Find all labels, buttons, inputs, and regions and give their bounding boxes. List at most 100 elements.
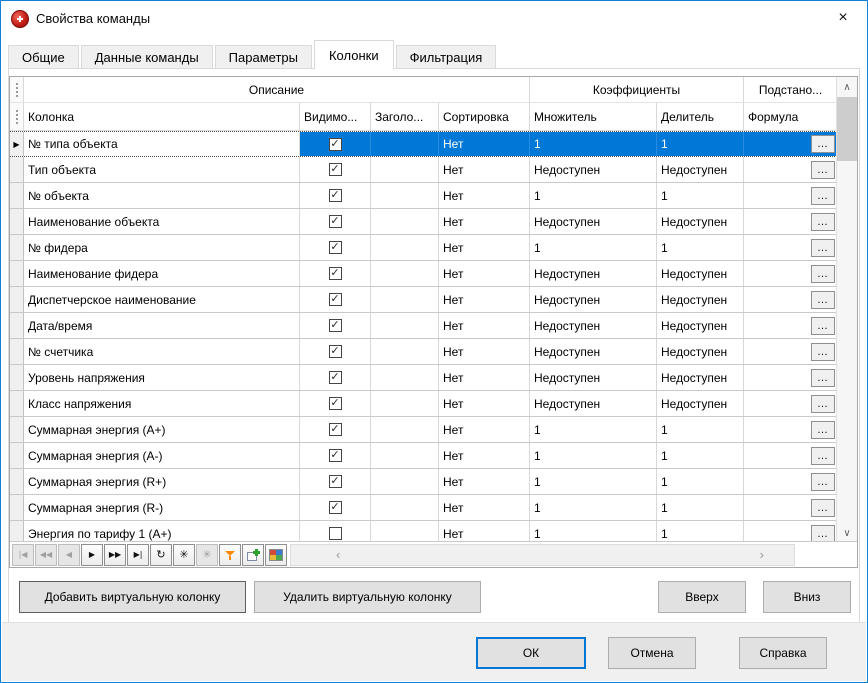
tab-general[interactable]: Общие	[8, 45, 79, 69]
visible-cell[interactable]: ✓	[300, 313, 371, 338]
column-name-cell[interactable]: Диспетчерское наименование	[24, 287, 300, 312]
divider-cell[interactable]: 1	[657, 183, 744, 208]
visible-cell[interactable]: ✓	[300, 235, 371, 260]
multiplier-cell[interactable]: 1	[530, 183, 657, 208]
formula-cell[interactable]: …	[744, 209, 837, 234]
formula-ellipsis-button[interactable]: …	[811, 343, 835, 361]
formula-ellipsis-button[interactable]: …	[811, 499, 835, 517]
visible-cell[interactable]: ✓	[300, 339, 371, 364]
formula-ellipsis-button[interactable]: …	[811, 161, 835, 179]
visible-checkbox[interactable]: ✓	[329, 163, 342, 176]
formula-cell[interactable]: …	[744, 495, 837, 520]
divider-cell[interactable]: Недоступен	[657, 365, 744, 390]
caption-cell[interactable]	[371, 469, 439, 494]
multiplier-cell[interactable]: 1	[530, 417, 657, 442]
column-header-divider[interactable]: Делитель	[657, 103, 744, 131]
column-name-cell[interactable]: Класс напряжения	[24, 391, 300, 416]
add-virtual-column-button[interactable]: Добавить виртуальную колонку	[19, 581, 246, 613]
divider-cell[interactable]: 1	[657, 417, 744, 442]
sort-cell[interactable]: Нет	[439, 495, 530, 520]
sort-cell[interactable]: Нет	[439, 365, 530, 390]
divider-cell[interactable]: 1	[657, 132, 744, 156]
visible-checkbox[interactable]: ✓	[329, 267, 342, 280]
multiplier-cell[interactable]: 1	[530, 495, 657, 520]
caption-cell[interactable]	[371, 339, 439, 364]
tab-columns[interactable]: Колонки	[314, 40, 394, 70]
sort-cell[interactable]: Нет	[439, 521, 530, 543]
caption-cell[interactable]	[371, 443, 439, 468]
caption-cell[interactable]	[371, 417, 439, 442]
formula-ellipsis-button[interactable]: …	[811, 265, 835, 283]
multiplier-cell[interactable]: Недоступен	[530, 157, 657, 182]
caption-cell[interactable]	[371, 235, 439, 260]
divider-cell[interactable]: Недоступен	[657, 313, 744, 338]
visible-cell[interactable]: ✓	[300, 443, 371, 468]
row-indicator-cell[interactable]	[10, 365, 24, 390]
caption-cell[interactable]	[371, 183, 439, 208]
nav-next-button[interactable]: ▶	[81, 544, 103, 566]
caption-cell[interactable]	[371, 521, 439, 543]
row-indicator-cell[interactable]	[10, 261, 24, 286]
formula-cell[interactable]: …	[744, 417, 837, 442]
sort-cell[interactable]: Нет	[439, 287, 530, 312]
visible-cell[interactable]: ✓	[300, 469, 371, 494]
visible-checkbox[interactable]: ✓	[329, 501, 342, 514]
scroll-right-icon[interactable]: ›	[760, 547, 764, 562]
row-indicator-cell[interactable]	[10, 417, 24, 442]
formula-ellipsis-button[interactable]: …	[811, 239, 835, 257]
column-name-cell[interactable]: Наименование фидера	[24, 261, 300, 286]
column-name-cell[interactable]: Уровень напряжения	[24, 365, 300, 390]
divider-cell[interactable]: 1	[657, 443, 744, 468]
column-name-cell[interactable]: Суммарная энергия (А+)	[24, 417, 300, 442]
nav-insert-button[interactable]: ✳	[173, 544, 195, 566]
divider-cell[interactable]: Недоступен	[657, 391, 744, 416]
column-name-cell[interactable]: Тип объекта	[24, 157, 300, 182]
nav-last-button[interactable]: ▶|	[127, 544, 149, 566]
tab-filtering[interactable]: Фильтрация	[396, 45, 497, 69]
vertical-scrollbar-track[interactable]	[837, 161, 857, 523]
tab-command-data[interactable]: Данные команды	[81, 45, 213, 69]
sort-cell[interactable]: Нет	[439, 339, 530, 364]
column-header-caption[interactable]: Заголо...	[371, 103, 439, 131]
formula-cell[interactable]: …	[744, 391, 837, 416]
tab-parameters[interactable]: Параметры	[215, 45, 312, 69]
formula-cell[interactable]: …	[744, 469, 837, 494]
scroll-left-icon[interactable]: ‹	[336, 547, 340, 562]
multiplier-cell[interactable]: Недоступен	[530, 261, 657, 286]
sort-cell[interactable]: Нет	[439, 261, 530, 286]
formula-cell[interactable]: …	[744, 235, 837, 260]
vertical-scrollbar-thumb[interactable]	[837, 97, 857, 161]
formula-cell[interactable]: …	[744, 443, 837, 468]
visible-cell[interactable]: ✓	[300, 417, 371, 442]
formula-ellipsis-button[interactable]: …	[811, 317, 835, 335]
ok-button[interactable]: ОК	[476, 637, 586, 669]
visible-cell[interactable]: ✓	[300, 157, 371, 182]
column-name-cell[interactable]: № счетчика	[24, 339, 300, 364]
column-header-multiplier[interactable]: Множитель	[530, 103, 657, 131]
visible-cell[interactable]: ✓	[300, 209, 371, 234]
formula-cell[interactable]: …	[744, 521, 837, 543]
column-name-cell[interactable]: № объекта	[24, 183, 300, 208]
formula-cell[interactable]: …	[744, 287, 837, 312]
visible-checkbox[interactable]: ✓	[329, 449, 342, 462]
formula-ellipsis-button[interactable]: …	[811, 213, 835, 231]
multiplier-cell[interactable]: 1	[530, 469, 657, 494]
sort-cell[interactable]: Нет	[439, 443, 530, 468]
column-header-sort[interactable]: Сортировка	[439, 103, 530, 131]
visible-cell[interactable]	[300, 521, 371, 543]
caption-cell[interactable]	[371, 157, 439, 182]
formula-ellipsis-button[interactable]: …	[811, 135, 835, 153]
delete-virtual-column-button[interactable]: Удалить виртуальную колонку	[254, 581, 481, 613]
column-name-cell[interactable]: № фидера	[24, 235, 300, 260]
sort-cell[interactable]: Нет	[439, 417, 530, 442]
divider-cell[interactable]: 1	[657, 495, 744, 520]
caption-cell[interactable]	[371, 313, 439, 338]
formula-ellipsis-button[interactable]: …	[811, 447, 835, 465]
multiplier-cell[interactable]: Недоступен	[530, 313, 657, 338]
multiplier-cell[interactable]: Недоступен	[530, 287, 657, 312]
formula-ellipsis-button[interactable]: …	[811, 369, 835, 387]
visible-checkbox[interactable]: ✓	[329, 319, 342, 332]
row-indicator-cell[interactable]	[10, 391, 24, 416]
sort-cell[interactable]: Нет	[439, 183, 530, 208]
divider-cell[interactable]: Недоступен	[657, 261, 744, 286]
